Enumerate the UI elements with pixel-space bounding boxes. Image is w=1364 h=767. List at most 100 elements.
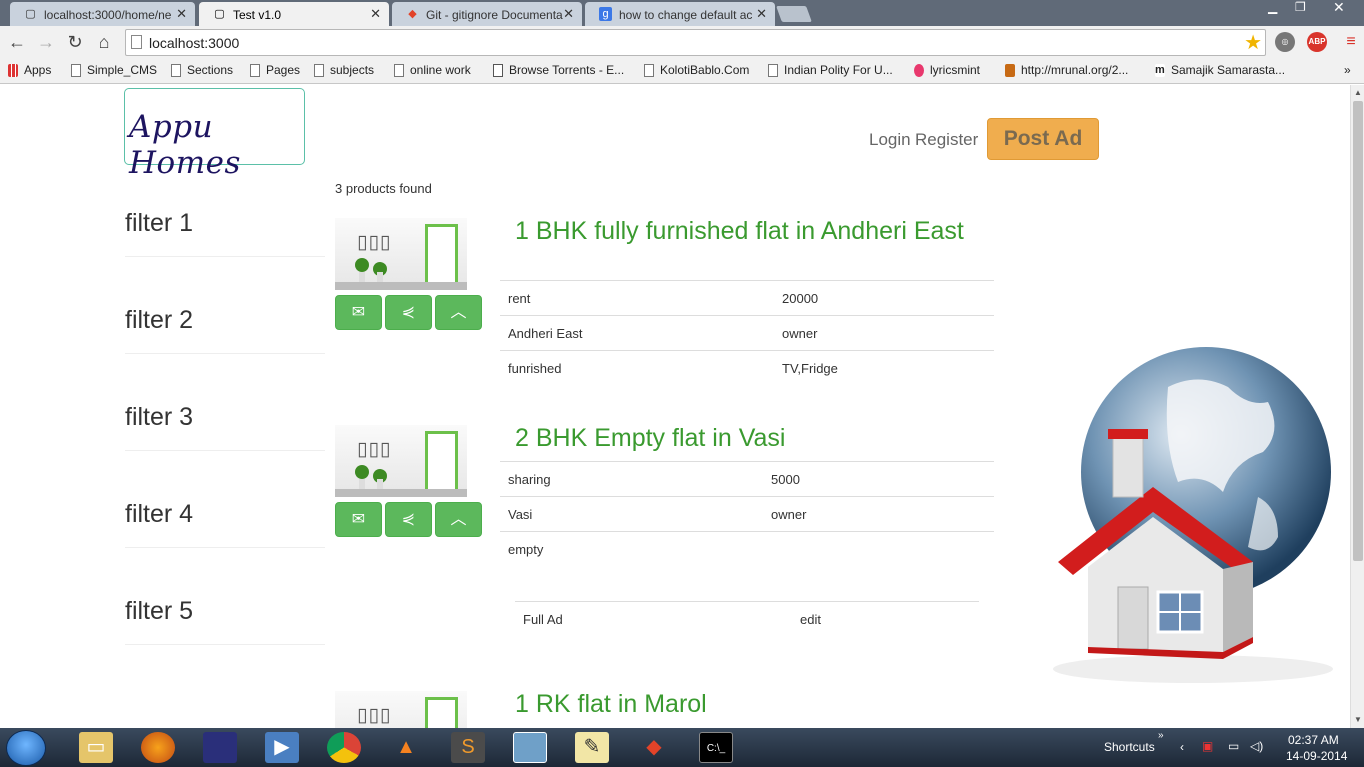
tab-google-search[interactable]: g how to change default ac ✕ xyxy=(585,2,775,26)
close-icon[interactable]: ✕ xyxy=(563,6,574,22)
bookmark-pages[interactable]: Pages xyxy=(250,63,300,77)
scroll-thumb[interactable] xyxy=(1353,101,1363,561)
clock-time[interactable]: 02:37 AM xyxy=(1288,733,1339,747)
filter-3[interactable]: filter 3 xyxy=(125,403,325,432)
email-button[interactable]: ✉ xyxy=(335,295,382,330)
bookmark-browse-torrents[interactable]: Browse Torrents - E... xyxy=(493,63,624,77)
torrent-icon xyxy=(493,64,503,77)
bookmark-sections[interactable]: Sections xyxy=(171,63,233,77)
product-thumbnail[interactable]: ▯▯▯ xyxy=(335,425,467,497)
url-text: localhost:3000 xyxy=(149,35,240,51)
start-button[interactable] xyxy=(6,730,46,766)
back-icon[interactable]: ← xyxy=(6,31,28,53)
firefox-icon[interactable] xyxy=(141,732,175,763)
bookmark-kolotibablo[interactable]: KolotiBablo.Com xyxy=(644,63,749,77)
scroll-up-icon[interactable]: ▲ xyxy=(1354,88,1362,97)
collapse-button[interactable]: ︿ xyxy=(435,295,482,330)
close-icon[interactable]: ✕ xyxy=(176,6,187,22)
minimize-icon[interactable]: ▁ xyxy=(1268,0,1277,14)
site-logo[interactable]: Appu Homes xyxy=(124,88,305,181)
tray-expand-icon[interactable]: ‹ xyxy=(1180,740,1184,754)
image-viewer-icon[interactable] xyxy=(513,732,547,763)
product-location: Andheri East xyxy=(508,326,583,341)
login-link[interactable]: Login xyxy=(869,130,911,150)
product-furnishing: funrished xyxy=(508,361,562,376)
chrome-icon[interactable] xyxy=(327,732,361,763)
google-icon: g xyxy=(599,7,612,21)
window-close-icon[interactable]: ✕ xyxy=(1333,0,1345,16)
action-center-icon[interactable]: ▭ xyxy=(1228,739,1239,753)
page-icon xyxy=(171,64,181,77)
product-thumbnail[interactable]: ▯▯▯ xyxy=(335,218,467,290)
post-ad-button[interactable]: Post Ad xyxy=(987,118,1099,160)
git-icon[interactable]: ◆ xyxy=(637,732,671,763)
share-button[interactable]: ⋞ xyxy=(385,295,432,330)
media-icon[interactable] xyxy=(203,732,237,763)
page-scrollbar[interactable]: ▲ ▼ xyxy=(1350,85,1364,728)
register-link[interactable]: Register xyxy=(915,130,978,150)
product-title[interactable]: 1 BHK fully furnished flat in Andheri Ea… xyxy=(515,218,985,244)
git-icon: ◆ xyxy=(408,8,417,20)
page-icon xyxy=(644,64,654,77)
explorer-icon[interactable]: ▭ xyxy=(79,732,113,763)
chevron-icon[interactable]: » xyxy=(1158,730,1164,741)
email-button[interactable]: ✉ xyxy=(335,502,382,537)
clock-date[interactable]: 14-09-2014 xyxy=(1286,749,1347,763)
new-tab-button[interactable] xyxy=(776,6,812,22)
notes-icon[interactable]: ✎ xyxy=(575,732,609,763)
bookmark-star-icon[interactable]: ★ xyxy=(1244,30,1262,55)
home-icon[interactable]: ⌂ xyxy=(93,31,115,53)
reload-icon[interactable]: ↻ xyxy=(64,31,86,53)
divider xyxy=(500,461,994,462)
samajik-icon: m xyxy=(1155,64,1165,77)
sublime-icon[interactable]: S xyxy=(451,732,485,763)
bookmark-subjects[interactable]: subjects xyxy=(314,63,374,77)
bookmark-indian-polity[interactable]: Indian Polity For U... xyxy=(768,63,893,77)
divider xyxy=(125,547,325,548)
shortcuts-toolbar[interactable]: Shortcuts xyxy=(1104,740,1155,754)
bookmark-online-work[interactable]: online work xyxy=(394,63,471,77)
tab-localhost-home[interactable]: ▢ localhost:3000/home/ne ✕ xyxy=(10,2,195,26)
collapse-button[interactable]: ︿ xyxy=(435,502,482,537)
product-title[interactable]: 1 RK flat in Marol xyxy=(515,691,985,717)
divider xyxy=(515,601,979,602)
address-bar[interactable]: localhost:3000 ★ xyxy=(125,29,1266,56)
product-price: 5000 xyxy=(771,472,800,487)
edit-link[interactable]: edit xyxy=(800,612,821,627)
bookmark-mrunal[interactable]: http://mrunal.org/2... xyxy=(1005,63,1128,77)
filter-4[interactable]: filter 4 xyxy=(125,500,325,529)
product-thumbnail[interactable]: ▯▯▯ xyxy=(335,691,467,728)
page-icon xyxy=(314,64,324,77)
bookmark-samajik[interactable]: m Samajik Samarasta... xyxy=(1155,63,1285,77)
full-ad-link[interactable]: Full Ad xyxy=(523,612,563,627)
close-icon[interactable]: ✕ xyxy=(370,6,381,22)
forward-icon[interactable]: → xyxy=(35,31,57,53)
tab-git-gitignore[interactable]: ◆ Git - gitignore Documenta ✕ xyxy=(392,2,582,26)
bookmarks-overflow[interactable]: » xyxy=(1330,63,1351,77)
close-icon[interactable]: ✕ xyxy=(756,6,767,22)
lyricsmint-icon xyxy=(914,64,924,77)
cmd-icon[interactable]: C:\_ xyxy=(699,732,733,763)
bookmark-apps[interactable]: Apps xyxy=(8,63,51,77)
windows-taskbar: ▭ ▶ ▲ S ✎ ◆ C:\_ Shortcuts » ‹ ▣ ▭ ◁) 02… xyxy=(0,728,1364,767)
bookmark-lyricsmint[interactable]: lyricsmint xyxy=(914,63,980,77)
filter-2[interactable]: filter 2 xyxy=(125,306,325,335)
volume-icon[interactable]: ◁) xyxy=(1250,739,1263,753)
restore-icon[interactable]: ❐ xyxy=(1295,0,1306,14)
scroll-down-icon[interactable]: ▼ xyxy=(1354,715,1362,724)
media-player-icon[interactable]: ▶ xyxy=(265,732,299,763)
bookmark-simple-cms[interactable]: Simple_CMS xyxy=(71,63,157,77)
divider xyxy=(500,496,994,497)
vlc-icon[interactable]: ▲ xyxy=(389,732,423,763)
product-title[interactable]: 2 BHK Empty flat in Vasi xyxy=(515,425,985,451)
menu-icon[interactable]: ≡ xyxy=(1340,31,1362,53)
divider xyxy=(125,644,325,645)
extension-reel-icon[interactable]: ◎ xyxy=(1275,32,1295,52)
filter-5[interactable]: filter 5 xyxy=(125,597,325,626)
filter-1[interactable]: filter 1 xyxy=(125,209,325,238)
network-warning-icon[interactable]: ▣ xyxy=(1202,739,1213,753)
share-button[interactable]: ⋞ xyxy=(385,502,432,537)
tab-title: how to change default ac xyxy=(619,8,753,22)
tab-test[interactable]: ▢ Test v1.0 ✕ xyxy=(199,2,389,26)
adblock-icon[interactable]: ABP xyxy=(1307,32,1327,52)
